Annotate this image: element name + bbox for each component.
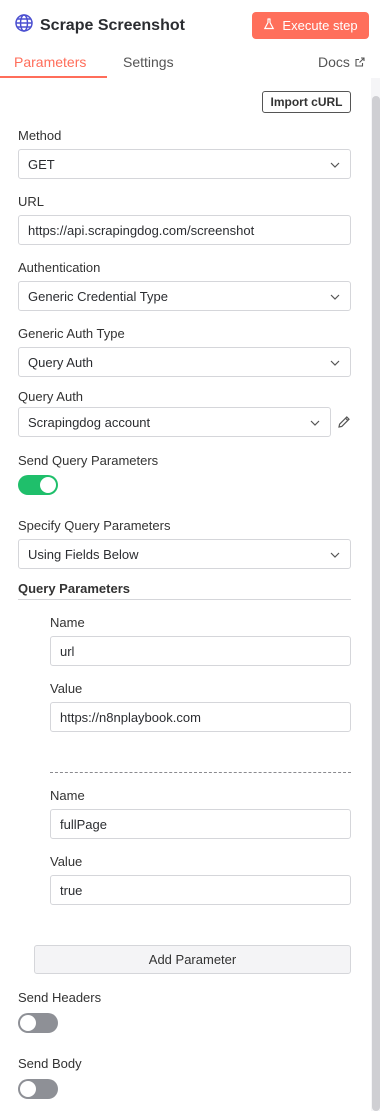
param-name-label: Name (50, 615, 85, 630)
query-auth-select[interactable]: Scrapingdog account (18, 407, 331, 437)
tab-parameters[interactable]: Parameters (14, 54, 86, 70)
docs-link[interactable]: Docs (318, 54, 365, 70)
specify-query-params-value: Using Fields Below (28, 546, 139, 562)
param-value-value: https://n8nplaybook.com (60, 709, 201, 725)
chevron-down-icon (330, 360, 340, 366)
send-headers-label: Send Headers (18, 990, 102, 1005)
scrollbar[interactable] (372, 96, 380, 1111)
chevron-down-icon (310, 420, 320, 426)
specify-query-params-select[interactable]: Using Fields Below (18, 539, 351, 569)
method-label: Method (18, 128, 62, 143)
param-value-input[interactable]: true (50, 875, 351, 905)
authentication-value: Generic Credential Type (28, 288, 168, 304)
url-value: https://api.scrapingdog.com/screenshot (28, 222, 255, 238)
send-body-label: Send Body (18, 1056, 82, 1071)
authentication-select[interactable]: Generic Credential Type (18, 281, 351, 311)
section-divider (18, 599, 351, 600)
authentication-label: Authentication (18, 260, 101, 275)
chevron-down-icon (330, 162, 340, 168)
parameters-panel: Import cURL Method GET URL https://api.s… (0, 78, 380, 1111)
param-value-label: Value (50, 854, 83, 869)
add-parameter-button[interactable]: Add Parameter (34, 945, 351, 974)
chevron-down-icon (330, 294, 340, 300)
url-input[interactable]: https://api.scrapingdog.com/screenshot (18, 215, 351, 245)
globe-icon (14, 13, 34, 38)
node-title: Scrape Screenshot (40, 16, 185, 34)
param-value-label: Value (50, 681, 83, 696)
tab-settings[interactable]: Settings (123, 54, 174, 70)
toggle-knob (20, 1015, 36, 1031)
param-name-label: Name (50, 788, 85, 803)
generic-auth-type-label: Generic Auth Type (18, 326, 125, 341)
url-label: URL (18, 194, 45, 209)
send-headers-toggle[interactable] (18, 1013, 58, 1033)
send-body-toggle[interactable] (18, 1079, 58, 1099)
import-curl-button[interactable]: Import cURL (262, 91, 351, 113)
param-name-input[interactable]: fullPage (50, 809, 351, 839)
toggle-knob (40, 477, 56, 493)
query-auth-value: Scrapingdog account (28, 414, 151, 430)
parameters-content: Import cURL Method GET URL https://api.s… (0, 78, 371, 1111)
query-auth-label: Query Auth (18, 389, 84, 404)
execute-step-label: Execute step (282, 18, 358, 33)
param-name-value: fullPage (60, 816, 107, 832)
toggle-knob (20, 1081, 36, 1097)
param-value-value: true (60, 882, 83, 898)
method-value: GET (28, 156, 55, 172)
parameter-separator (50, 772, 351, 773)
param-name-value: url (60, 643, 75, 659)
generic-auth-type-select[interactable]: Query Auth (18, 347, 351, 377)
node-header: Scrape Screenshot Execute step Parameter… (0, 0, 380, 78)
generic-auth-type-value: Query Auth (28, 354, 94, 370)
execute-step-button[interactable]: Execute step (252, 12, 369, 39)
send-query-params-label: Send Query Parameters (18, 453, 159, 468)
method-select[interactable]: GET (18, 149, 351, 179)
external-link-icon (350, 54, 365, 70)
send-query-params-toggle[interactable] (18, 475, 58, 495)
chevron-down-icon (330, 552, 340, 558)
specify-query-params-label: Specify Query Parameters (18, 518, 171, 533)
title-row: Scrape Screenshot (14, 13, 185, 38)
param-value-input[interactable]: https://n8nplaybook.com (50, 702, 351, 732)
flask-icon (263, 18, 282, 33)
docs-label: Docs (318, 54, 350, 70)
param-name-input[interactable]: url (50, 636, 351, 666)
edit-credential-icon[interactable] (337, 415, 351, 429)
query-parameters-heading: Query Parameters (18, 581, 131, 596)
